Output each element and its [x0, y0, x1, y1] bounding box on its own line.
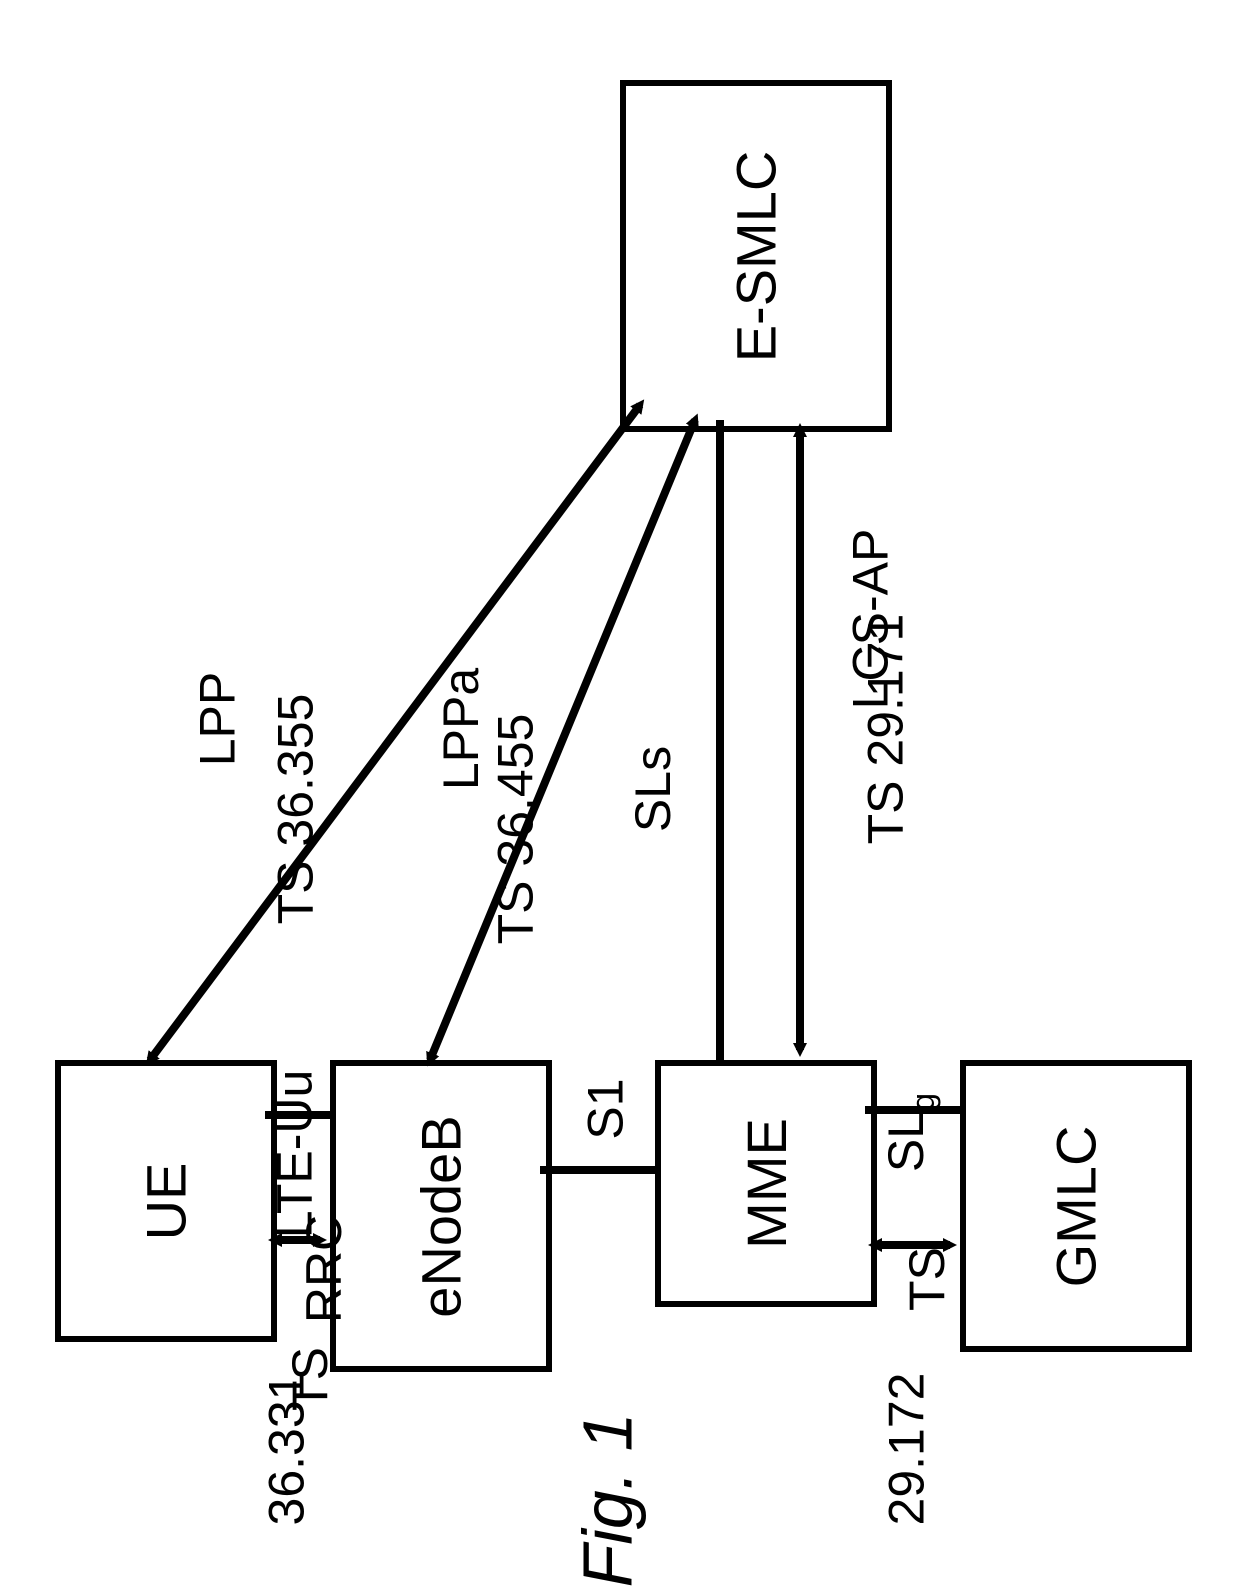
- label-lteuu-num: 36.331: [257, 1373, 315, 1526]
- node-gmlc: GMLC: [960, 1060, 1192, 1352]
- label-lpp: LPP: [188, 672, 246, 767]
- label-rrc: RRC: [295, 1215, 353, 1323]
- label-slg-num: 29.172: [877, 1373, 935, 1526]
- node-mme: MME: [655, 1060, 877, 1307]
- label-slg: SLg: [877, 1093, 942, 1172]
- diagram-canvas: E-SMLC UE eNodeB MME GMLC: [0, 0, 1240, 1507]
- node-label: eNodeB: [409, 1115, 474, 1317]
- node-enodeb: eNodeB: [330, 1060, 552, 1372]
- figure-caption: Fig. 1: [568, 1412, 648, 1587]
- label-lppa-ts: TS 36.455: [486, 714, 544, 945]
- label-lpp-ts: TS 36.355: [266, 694, 324, 925]
- label-lppa: LPPa: [432, 668, 490, 790]
- node-esmlc: E-SMLC: [620, 80, 892, 432]
- node-ue: UE: [55, 1060, 277, 1342]
- node-label: E-SMLC: [724, 150, 789, 362]
- node-label: UE: [133, 1162, 198, 1240]
- label-lteuu: LTE-Uu: [265, 1070, 323, 1239]
- label-lcsap-ts: TS 29.171: [856, 614, 914, 845]
- label-sls: SLs: [624, 746, 682, 832]
- label-s1: S1: [577, 1078, 635, 1139]
- label-slg-ts: TS: [898, 1247, 956, 1311]
- node-label: MME: [734, 1118, 799, 1249]
- node-label: GMLC: [1043, 1125, 1108, 1287]
